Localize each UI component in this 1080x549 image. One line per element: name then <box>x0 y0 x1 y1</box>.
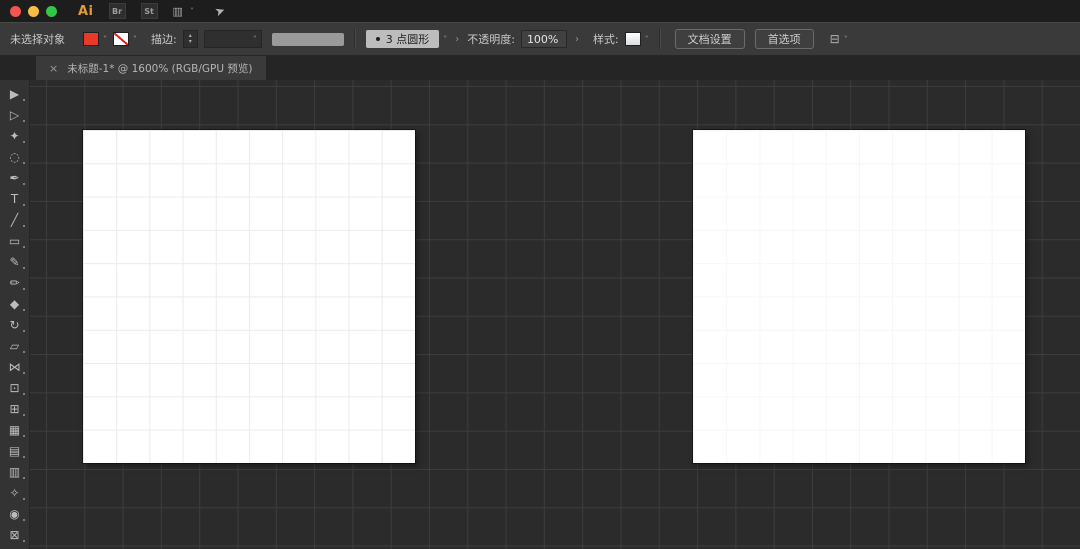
brush-definition-dropdown[interactable]: 3 点圆形 <box>365 30 440 48</box>
opacity-expander-icon[interactable]: › <box>575 34 579 45</box>
rotate-tool[interactable]: ↻ <box>2 314 28 335</box>
artboard-1[interactable] <box>83 130 415 463</box>
align-panel-icon[interactable]: ⊟ <box>830 32 840 46</box>
document-tab-bar: × 未标题-1* @ 1600% (RGB/GPU 预览) <box>0 56 1080 80</box>
direct-selection-tool[interactable]: ▷ <box>2 104 28 125</box>
free-transform-tool[interactable]: ⊡ <box>2 377 28 398</box>
blend-tool[interactable]: ◉ <box>2 503 28 524</box>
control-bar: 未选择对象 ˅ ˅ 描边: ▴ ▾ ˅ 3 点圆形 ˅ › 不透明度: 100%… <box>0 22 1080 56</box>
brush-expander-icon[interactable]: › <box>455 34 459 45</box>
artboard-2[interactable] <box>693 130 1025 463</box>
brush-dot-icon <box>375 37 380 41</box>
workspace-switcher-icon[interactable]: ▥ <box>173 5 183 18</box>
document-tab-title: 未标题-1* @ 1600% (RGB/GPU 预览) <box>67 62 253 75</box>
panel-chevron-icon[interactable]: ˅ <box>844 35 848 44</box>
document-tab[interactable]: × 未标题-1* @ 1600% (RGB/GPU 预览) <box>36 56 266 80</box>
opacity-label: 不透明度: <box>467 33 515 46</box>
selection-status: 未选择对象 <box>10 33 65 46</box>
artboard-tool[interactable]: ⊠ <box>2 524 28 545</box>
canvas[interactable] <box>30 80 1080 549</box>
scale-tool[interactable]: ▱ <box>2 335 28 356</box>
shape-builder-tool[interactable]: ⊞ <box>2 398 28 419</box>
window-close-button[interactable] <box>10 5 21 17</box>
perspective-grid-tool[interactable]: ▦ <box>2 419 28 440</box>
eyedropper-tool[interactable]: ✧ <box>2 482 28 503</box>
document-setup-button[interactable]: 文档设置 <box>674 29 745 49</box>
line-segment-tool[interactable]: ╱ <box>2 209 28 230</box>
share-icon[interactable]: ➤ <box>213 3 227 20</box>
stroke-dropdown-chevron-icon[interactable]: ˅ <box>253 35 257 44</box>
brush-name: 3 点圆形 <box>385 33 430 46</box>
window-minimize-button[interactable] <box>28 5 39 17</box>
illustrator-logo: Ai <box>78 3 94 19</box>
titlebar: Ai Br St ▥ ˅ ➤ <box>0 0 1080 22</box>
shaper-tool[interactable]: ✏ <box>2 272 28 293</box>
bridge-badge-icon[interactable]: Br <box>108 3 126 19</box>
mesh-tool[interactable]: ▤ <box>2 440 28 461</box>
fill-chevron-icon[interactable]: ˅ <box>103 35 107 44</box>
style-chevron-icon[interactable]: ˅ <box>645 35 649 44</box>
stroke-label: 描边: <box>151 33 177 46</box>
selection-tool[interactable]: ▶ <box>2 83 28 104</box>
width-tool[interactable]: ⋈ <box>2 356 28 377</box>
gradient-tool[interactable]: ▥ <box>2 461 28 482</box>
stroke-weight-stepper[interactable]: ▴ ▾ <box>182 30 198 48</box>
magic-wand-tool[interactable]: ✦ <box>2 125 28 146</box>
paintbrush-tool[interactable]: ✎ <box>2 251 28 272</box>
lasso-tool[interactable]: ◌ <box>2 146 28 167</box>
style-swatch[interactable] <box>624 32 641 46</box>
stroke-weight-dropdown[interactable]: ˅ <box>203 30 262 48</box>
stepper-down-icon[interactable]: ▾ <box>189 39 192 45</box>
preferences-button[interactable]: 首选项 <box>754 29 814 49</box>
stroke-chevron-icon[interactable]: ˅ <box>133 35 137 44</box>
rectangle-tool[interactable]: ▭ <box>2 230 28 251</box>
stock-badge-icon[interactable]: St <box>140 3 158 19</box>
tab-close-icon[interactable]: × <box>49 62 58 75</box>
brush-chevron-icon[interactable]: ˅ <box>443 35 447 44</box>
style-label: 样式: <box>592 33 619 46</box>
stroke-color-swatch[interactable] <box>113 32 129 46</box>
separator <box>658 29 661 49</box>
opacity-input[interactable]: 100% <box>520 30 567 48</box>
separator <box>353 29 356 49</box>
fill-color-swatch[interactable] <box>83 32 99 46</box>
brush-stroke-preview[interactable] <box>271 32 344 46</box>
workspace-chevron-icon[interactable]: ˅ <box>190 7 194 16</box>
tools-panel: ▶ ▷ ✦ ◌ ✒ T ╱ ▭ ✎ ✏ ◆ ↻ ▱ ⋈ ⊡ ⊞ ▦ ▤ ▥ ✧ … <box>0 80 30 549</box>
eraser-tool[interactable]: ◆ <box>2 293 28 314</box>
type-tool[interactable]: T <box>2 188 28 209</box>
window-zoom-button[interactable] <box>46 5 57 17</box>
pen-tool[interactable]: ✒ <box>2 167 28 188</box>
